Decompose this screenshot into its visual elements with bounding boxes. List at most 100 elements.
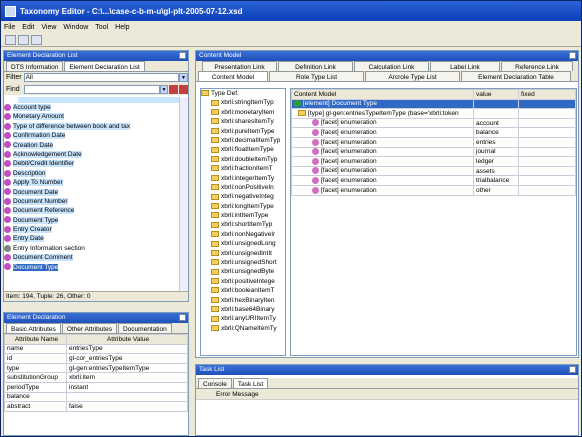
table-row[interactable]: balance <box>4 391 188 403</box>
menu-tool[interactable]: Tool <box>95 24 108 31</box>
tree-item[interactable]: xbrli:fractionItemT <box>201 164 285 173</box>
tree-item[interactable]: xbrli:sharesItemTy <box>201 117 285 126</box>
tree-item[interactable]: xbrli:QNameItemTy <box>201 324 285 333</box>
table-row[interactable]: substitutionGroup xbrli:item <box>4 372 188 383</box>
element-icon <box>4 160 11 168</box>
tree-item[interactable]: xbrli:unsignedIntIt <box>201 249 285 258</box>
close-icon[interactable] <box>179 52 186 59</box>
model-row[interactable]: [facet] enumeration assets <box>291 165 576 177</box>
tab-definition-link[interactable]: Definition Link <box>278 61 353 71</box>
table-row[interactable]: id gl-cor_entriesType <box>4 353 188 364</box>
tree-item[interactable]: xbrli:base64Binary <box>201 305 285 314</box>
tab-label-link[interactable]: Label Link <box>430 61 500 71</box>
table-row[interactable]: name entriesType <box>4 343 188 355</box>
list-item[interactable]: Apply To Number <box>4 178 188 187</box>
list-item-selected[interactable]: Document Type <box>4 263 188 272</box>
list-item[interactable]: Monetary Amount <box>4 112 188 121</box>
find-next-icon[interactable] <box>169 84 178 94</box>
model-row[interactable]: [facet] enumeration entries <box>291 136 576 148</box>
table-row[interactable]: periodType instant <box>4 381 188 393</box>
list-item[interactable]: Description <box>4 169 188 178</box>
close-icon[interactable] <box>179 314 186 321</box>
tree-item[interactable]: xbrli:monetaryItem <box>201 108 285 117</box>
save-icon[interactable] <box>31 34 42 45</box>
model-row[interactable]: [type] gl-gen:entriesTypeItemType (base=… <box>291 108 576 119</box>
find-dropdown-icon[interactable]: ▼ <box>160 84 168 94</box>
list-item[interactable]: Document Type <box>4 216 188 225</box>
list-scrollbar[interactable] <box>179 97 188 292</box>
tree-item[interactable]: xbrli:nonNegativeIr <box>201 230 285 239</box>
list-item[interactable]: Creation Date <box>4 141 188 150</box>
list-item[interactable]: Entry Creator <box>4 225 188 234</box>
list-item[interactable]: Document Reference <box>4 206 188 215</box>
close-icon[interactable] <box>569 52 576 59</box>
tab-role-type-list[interactable]: Role Type List <box>269 71 364 81</box>
tree-item[interactable]: xbrli:negativeInteg <box>201 192 285 201</box>
list-item[interactable]: Type of difference between book and tax <box>4 122 188 131</box>
tree-item[interactable]: xbrli:anyURIItemTy <box>201 314 285 323</box>
tree-item[interactable]: xbrli:nonPositiveIn <box>201 183 285 192</box>
model-row[interactable]: [facet] enumeration account <box>291 117 576 129</box>
list-item[interactable]: Debit/Credit Identifier <box>4 159 188 168</box>
model-row-selected[interactable]: [element] Document Type <box>291 98 576 110</box>
list-item[interactable]: Acknowledgement Date <box>4 150 188 159</box>
list-item[interactable]: Document Number <box>4 197 188 206</box>
tab-presentation-link[interactable]: Presentation Link <box>202 61 277 71</box>
tab-calculation-link[interactable]: Calculation Link <box>354 61 429 71</box>
tree-item[interactable]: xbrli:positiveIntege <box>201 277 285 286</box>
tree-item[interactable]: xbrli:doubleItemTyp <box>201 155 285 164</box>
filter-select[interactable]: All <box>23 73 179 82</box>
tree-item[interactable]: xbrli:integerItemTy <box>201 174 285 183</box>
menu-help[interactable]: Help <box>115 24 129 31</box>
tree-item[interactable]: xbrli:intItemType <box>201 211 285 220</box>
tab-task-list[interactable]: Task List <box>232 378 269 388</box>
tree-item[interactable]: xbrli:unsignedLong <box>201 239 285 248</box>
list-item[interactable]: Entry Date <box>4 234 188 243</box>
new-icon[interactable] <box>5 34 16 45</box>
find-prev-icon[interactable] <box>179 84 188 94</box>
menu-view[interactable]: View <box>41 24 56 31</box>
list-item[interactable]: Confirmation Date <box>4 131 188 140</box>
tree-item[interactable]: xbrli:floatItemType <box>201 145 285 154</box>
tab-documentation[interactable]: Documentation <box>117 323 172 333</box>
table-row[interactable]: abstract false <box>4 401 188 412</box>
tab-other-attributes[interactable]: Other Attributes <box>61 323 117 333</box>
model-row[interactable]: [facet] enumeration balance <box>291 127 576 138</box>
attribute-table: Attribute Name Attribute Value name entri… <box>4 334 188 412</box>
table-row[interactable]: type gl-gen:entriesTypeItemType <box>4 362 188 374</box>
tree-item[interactable]: xbrli:shortItemTyp <box>201 220 285 229</box>
menu-edit[interactable]: Edit <box>22 24 34 31</box>
tree-item[interactable]: xbrli:hexBinaryIten <box>201 296 285 305</box>
tab-element-declaration-table[interactable]: Element Declaration Table <box>461 71 571 81</box>
tree-item[interactable]: xbrli:booleanItemT <box>201 286 285 295</box>
find-input[interactable] <box>23 84 160 94</box>
model-row[interactable]: [facet] enumeration journal <box>291 146 576 158</box>
tree-root[interactable]: Type Def. <box>201 89 285 98</box>
model-row[interactable]: [facet] enumeration other <box>291 184 576 196</box>
tab-console[interactable]: Console <box>198 378 232 388</box>
chevron-down-icon[interactable]: ▼ <box>179 73 188 82</box>
menu-window[interactable]: Window <box>63 24 88 31</box>
list-item[interactable]: Document Comment <box>4 253 188 262</box>
tree-item[interactable]: xbrli:decimalItemTyp <box>201 136 285 145</box>
tree-item[interactable]: xbrli:longItemType <box>201 202 285 211</box>
menu-file[interactable]: File <box>4 24 15 31</box>
tab-content-model[interactable]: Content Model <box>198 71 268 81</box>
model-row[interactable]: [facet] enumeration ledger <box>291 156 576 167</box>
close-icon[interactable] <box>569 366 576 373</box>
model-row[interactable]: [facet] enumeration trialbalance <box>291 175 576 186</box>
tree-item[interactable]: xbrli:unsignedShort <box>201 258 285 267</box>
tree-item[interactable]: xbrli:pureItemType <box>201 127 285 136</box>
tab-arcrole-type-list[interactable]: Arcrole Type List <box>365 71 460 81</box>
tab-bar: DTS Information Element Declaration List <box>4 61 188 72</box>
tree-item[interactable]: xbrli:stringItemTyp <box>201 98 285 107</box>
tab-element-declaration-list[interactable]: Element Declaration List <box>64 61 145 71</box>
list-item[interactable]: Account type <box>4 103 188 112</box>
open-icon[interactable] <box>18 34 29 45</box>
tab-basic-attributes[interactable]: Basic Attributes <box>6 323 61 333</box>
list-item[interactable]: Document Date <box>4 188 188 197</box>
tree-item[interactable]: xbrli:unsignedByte <box>201 267 285 276</box>
list-item[interactable]: Entry Information section <box>4 244 188 253</box>
tab-reference-link[interactable]: Reference Link <box>501 61 573 71</box>
tab-dts-information[interactable]: DTS Information <box>6 61 64 71</box>
